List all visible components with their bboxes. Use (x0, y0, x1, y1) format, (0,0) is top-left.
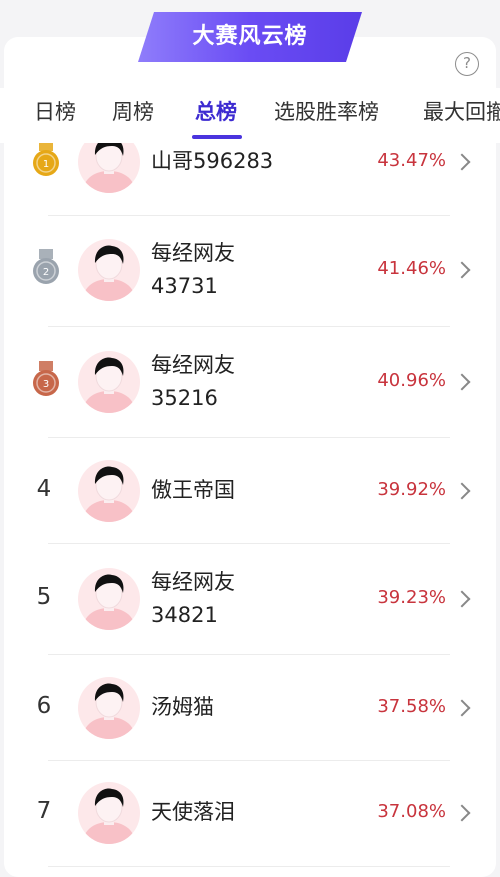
ranking-list: 1 山哥596283 43.47% 2 每经网友 43731 41.46% 3 每经网… (0, 143, 500, 872)
avatar[interactable] (78, 351, 140, 413)
chevron-right-icon[interactable] (453, 804, 471, 822)
tab-overall[interactable]: 总榜 (195, 96, 237, 126)
user-name[interactable]: 每经网友 35216 (151, 349, 235, 415)
rank-number: 5 (36, 584, 52, 610)
rank-number: 4 (36, 476, 52, 502)
silver-medal-icon: 2 (33, 249, 59, 284)
user-name[interactable]: 山哥596283 (151, 145, 273, 178)
return-percent: 40.96% (377, 370, 446, 391)
avatar[interactable] (78, 239, 140, 301)
avatar[interactable] (78, 460, 140, 522)
chevron-right-icon[interactable] (453, 153, 471, 171)
return-percent: 37.58% (377, 696, 446, 717)
avatar[interactable] (78, 143, 140, 193)
avatar-silhouette (82, 683, 136, 739)
rank-medal: 3 (31, 361, 61, 399)
tab-daily[interactable]: 日榜 (34, 96, 76, 126)
user-name-line1: 山哥596283 (151, 149, 274, 173)
return-percent: 39.92% (377, 479, 446, 500)
user-name[interactable]: 每经网友 34821 (151, 566, 235, 632)
rank-number: 6 (36, 693, 52, 719)
gold-medal-icon: 1 (33, 143, 59, 176)
user-name[interactable]: 每经网友 43731 (151, 237, 235, 303)
user-name-line1: 傲王帝国 (151, 478, 235, 502)
row-divider (48, 760, 450, 761)
row-divider (48, 215, 450, 216)
avatar-silhouette (82, 466, 136, 522)
user-name-line1: 每经网友 (151, 353, 235, 377)
chevron-right-icon[interactable] (453, 482, 471, 500)
user-name-line1: 每经网友 (151, 241, 235, 265)
user-name-line2: 35216 (151, 386, 218, 410)
avatar-silhouette (82, 357, 136, 413)
row-divider (48, 437, 450, 438)
user-name[interactable]: 傲王帝国 (151, 474, 235, 507)
user-name-line2: 43731 (151, 274, 218, 298)
avatar-silhouette (82, 574, 136, 630)
chevron-right-icon[interactable] (453, 373, 471, 391)
user-name-line2: 34821 (151, 603, 218, 627)
banner-title: 大赛风云榜 (192, 24, 308, 49)
tab-bar: 日榜 周榜 总榜 选股胜率榜 最大回撤 (0, 88, 500, 143)
banner: 大赛风云榜 (136, 12, 364, 62)
return-percent: 43.47% (377, 150, 446, 171)
row-divider (48, 866, 450, 867)
avatar-silhouette (82, 143, 136, 193)
rank-medal: 2 (31, 249, 61, 287)
svg-text:1: 1 (43, 159, 49, 170)
user-name[interactable]: 天使落泪 (151, 796, 235, 829)
chevron-right-icon[interactable] (453, 590, 471, 608)
avatar[interactable] (78, 568, 140, 630)
svg-text:3: 3 (43, 379, 49, 390)
svg-text:2: 2 (43, 267, 49, 278)
tab-weekly[interactable]: 周榜 (112, 96, 154, 126)
chevron-right-icon[interactable] (453, 699, 471, 717)
row-divider (48, 326, 450, 327)
user-name[interactable]: 汤姆猫 (151, 691, 214, 724)
rank-medal: 1 (31, 143, 61, 179)
return-percent: 37.08% (377, 801, 446, 822)
tab-max-drawdown[interactable]: 最大回撤 (423, 96, 500, 126)
user-name-line1: 天使落泪 (151, 800, 235, 824)
avatar[interactable] (78, 782, 140, 844)
row-divider (48, 654, 450, 655)
return-percent: 39.23% (377, 587, 446, 608)
avatar-silhouette (82, 245, 136, 301)
avatar[interactable] (78, 677, 140, 739)
chevron-right-icon[interactable] (453, 261, 471, 279)
user-name-line1: 汤姆猫 (151, 695, 214, 719)
tab-stock-win-rate[interactable]: 选股胜率榜 (274, 96, 379, 126)
bronze-medal-icon: 3 (33, 361, 59, 396)
row-divider (48, 543, 450, 544)
user-name-line1: 每经网友 (151, 570, 235, 594)
help-icon[interactable]: ? (455, 52, 479, 76)
active-tab-indicator (192, 135, 242, 139)
rank-number: 7 (36, 798, 52, 824)
return-percent: 41.46% (377, 258, 446, 279)
avatar-silhouette (82, 788, 136, 844)
